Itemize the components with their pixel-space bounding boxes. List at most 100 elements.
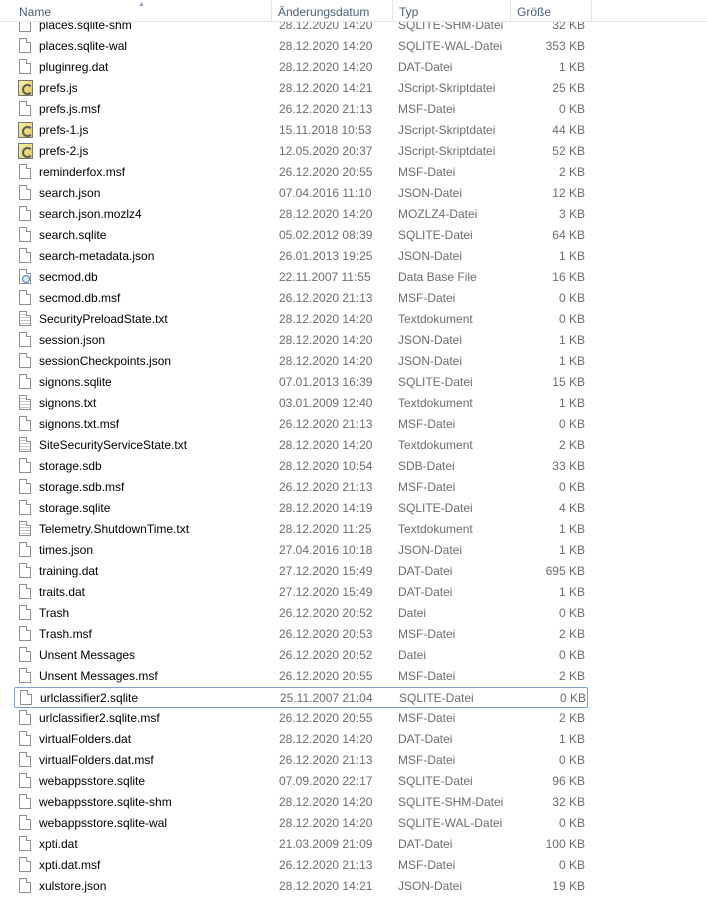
file-date: 28.12.2020 14:20	[279, 312, 373, 326]
file-row[interactable]: Trash 26.12.2020 20:52 Datei 0 KB	[14, 603, 588, 624]
file-size: 1 KB	[558, 585, 585, 599]
file-name: webappsstore.sqlite-wal	[39, 816, 168, 830]
file-type: MSF-Datei	[398, 669, 456, 683]
file-row[interactable]: storage.sdb 28.12.2020 10:54 SDB-Datei 33 K…	[14, 456, 588, 477]
file-size: 0 KB	[558, 858, 585, 872]
script-icon	[18, 80, 33, 96]
file-icon	[19, 731, 31, 746]
file-icon	[19, 668, 31, 683]
file-icon	[19, 353, 31, 368]
file-row[interactable]: search.json 07.04.2016 11:10 JSON-Datei 12 …	[14, 183, 588, 204]
file-size: 96 KB	[552, 774, 585, 788]
file-row[interactable]: virtualFolders.dat.msf 26.12.2020 21:13 MS…	[14, 750, 588, 771]
file-row[interactable]: urlclassifier2.sqlite.msf 26.12.2020 20:5…	[14, 708, 588, 729]
file-date: 15.11.2018 10:53	[279, 123, 372, 137]
file-row[interactable]: Unsent Messages.msf 26.12.2020 20:55 MSF-D…	[14, 666, 588, 687]
file-type: JSON-Datei	[398, 249, 463, 263]
file-row[interactable]: sessionCheckpoints.json 28.12.2020 14:20 J…	[14, 351, 588, 372]
column-header-size[interactable]: Größe	[511, 0, 592, 21]
file-row[interactable]: signons.txt.msf 26.12.2020 21:13 MSF-Datei…	[14, 414, 588, 435]
file-name: Unsent Messages	[39, 648, 136, 662]
file-row[interactable]: secmod.db 22.11.2007 11:55 Data Base File 1…	[14, 267, 588, 288]
file-date: 26.12.2020 20:55	[279, 711, 373, 725]
file-row[interactable]: SiteSecurityServiceState.txt 28.12.2020 1…	[14, 435, 588, 456]
file-row[interactable]: storage.sdb.msf 26.12.2020 21:13 MSF-Datei…	[14, 477, 588, 498]
file-size: 64 KB	[552, 228, 585, 242]
file-name: pluginreg.dat	[39, 60, 109, 74]
script-icon	[18, 122, 33, 138]
file-name: prefs-2.js	[39, 144, 89, 158]
file-size: 0 KB	[558, 102, 585, 116]
file-row[interactable]: secmod.db.msf 26.12.2020 21:13 MSF-Datei 0 …	[14, 288, 588, 309]
file-row[interactable]: Telemetry.ShutdownTime.txt 28.12.2020 11:…	[14, 519, 588, 540]
file-name: places.sqlite-wal	[39, 39, 128, 53]
file-row[interactable]: signons.txt 03.01.2009 12:40 Textdokument 1…	[14, 393, 588, 414]
file-row[interactable]: xulstore.json 28.12.2020 14:21 JSON-Datei 1…	[14, 876, 588, 897]
file-name: webappsstore.sqlite-shm	[39, 795, 172, 809]
file-type: DAT-Datei	[398, 732, 453, 746]
file-row[interactable]: search.json.mozlz4 28.12.2020 14:20 MOZLZ4…	[14, 204, 588, 225]
file-row[interactable]: webappsstore.sqlite 07.09.2020 22:17 SQLIT…	[14, 771, 588, 792]
file-size: 2 KB	[558, 165, 585, 179]
file-size: 1 KB	[558, 522, 585, 536]
file-row[interactable]: traits.dat 27.12.2020 15:49 DAT-Datei 1 KB	[14, 582, 588, 603]
file-icon	[19, 815, 31, 830]
file-row[interactable]: pluginreg.dat 28.12.2020 14:20 DAT-Datei 1 …	[14, 57, 588, 78]
file-size: 15 KB	[552, 375, 585, 389]
file-row[interactable]: SecurityPreloadState.txt 28.12.2020 14:20…	[14, 309, 588, 330]
file-row[interactable]: Unsent Messages 26.12.2020 20:52 Datei 0 KB	[14, 645, 588, 666]
file-row[interactable]: session.json 28.12.2020 14:20 JSON-Datei 1 …	[14, 330, 588, 351]
file-row[interactable]: prefs-1.js 15.11.2018 10:53 JScript-Skript…	[14, 120, 588, 141]
file-date: 27.04.2016 10:18	[279, 543, 373, 557]
file-row[interactable]: signons.sqlite 07.01.2013 16:39 SQLITE-Dat…	[14, 372, 588, 393]
file-icon	[19, 626, 31, 641]
file-name: signons.sqlite	[39, 375, 112, 389]
file-date: 28.12.2020 14:20	[279, 732, 373, 746]
file-row[interactable]: prefs.js.msf 26.12.2020 21:13 MSF-Datei 0 K…	[14, 99, 588, 120]
file-row[interactable]: webappsstore.sqlite-wal 28.12.2020 14:20 S…	[14, 813, 588, 834]
file-date: 28.12.2020 14:20	[279, 438, 373, 452]
file-type: JSON-Datei	[398, 543, 463, 557]
file-row[interactable]: urlclassifier2.sqlite 25.11.2007 21:04 SQL…	[14, 687, 588, 708]
file-name: signons.txt.msf	[39, 417, 120, 431]
file-icon	[19, 101, 31, 116]
file-type: MSF-Datei	[398, 753, 456, 767]
file-row[interactable]: places.sqlite-wal 28.12.2020 14:20 SQLITE-…	[14, 36, 588, 57]
file-row[interactable]: reminderfox.msf 26.12.2020 20:55 MSF-Datei…	[14, 162, 588, 183]
file-icon	[19, 227, 31, 242]
column-header-type[interactable]: Typ	[393, 0, 511, 21]
file-size: 44 KB	[552, 123, 585, 137]
file-name: Unsent Messages.msf	[39, 669, 158, 683]
file-row[interactable]: xpti.dat 21.03.2009 21:09 DAT-Datei 100 KB	[14, 834, 588, 855]
file-row[interactable]: virtualFolders.dat 28.12.2020 14:20 DAT-Da…	[14, 729, 588, 750]
file-row[interactable]: prefs.js 28.12.2020 14:21 JScript-Skriptda…	[14, 78, 588, 99]
file-row[interactable]: webappsstore.sqlite-shm 28.12.2020 14:20 S…	[14, 792, 588, 813]
file-row[interactable]: storage.sqlite 28.12.2020 14:19 SQLITE-Dat…	[14, 498, 588, 519]
file-row[interactable]: search.sqlite 05.02.2012 08:39 SQLITE-Date…	[14, 225, 588, 246]
file-name: Trash.msf	[39, 627, 92, 641]
file-row[interactable]: xpti.dat.msf 26.12.2020 21:13 MSF-Datei 0 K…	[14, 855, 588, 876]
file-size: 0 KB	[558, 417, 585, 431]
file-row[interactable]: prefs-2.js 12.05.2020 20:37 JScript-Skript…	[14, 141, 588, 162]
file-name: traits.dat	[39, 585, 86, 599]
text-file-icon	[19, 395, 31, 410]
file-size: 0 KB	[558, 291, 585, 305]
file-row[interactable]: search-metadata.json 26.01.2013 19:25 JSON…	[14, 246, 588, 267]
file-name: xpti.dat	[39, 837, 78, 851]
file-type: MSF-Datei	[398, 291, 456, 305]
file-type: MSF-Datei	[398, 711, 456, 725]
file-name: secmod.db.msf	[39, 291, 121, 305]
file-icon	[19, 857, 31, 872]
column-header-date[interactable]: Änderungsdatum	[272, 0, 393, 21]
file-type: JSON-Datei	[398, 333, 463, 347]
file-name: secmod.db	[39, 270, 98, 284]
file-row[interactable]: Trash.msf 26.12.2020 20:53 MSF-Datei 2 KB	[14, 624, 588, 645]
file-type: JScript-Skriptdatei	[398, 81, 496, 95]
file-date: 28.12.2020 11:25	[279, 522, 372, 536]
file-row[interactable]: training.dat 27.12.2020 15:49 DAT-Datei 695…	[14, 561, 588, 582]
file-type: JScript-Skriptdatei	[398, 144, 496, 158]
file-type: Data Base File	[398, 270, 477, 284]
file-date: 28.12.2020 14:20	[279, 816, 373, 830]
file-row[interactable]: times.json 27.04.2016 10:18 JSON-Datei 1 KB	[14, 540, 588, 561]
file-date: 25.11.2007 21:04	[280, 691, 373, 705]
